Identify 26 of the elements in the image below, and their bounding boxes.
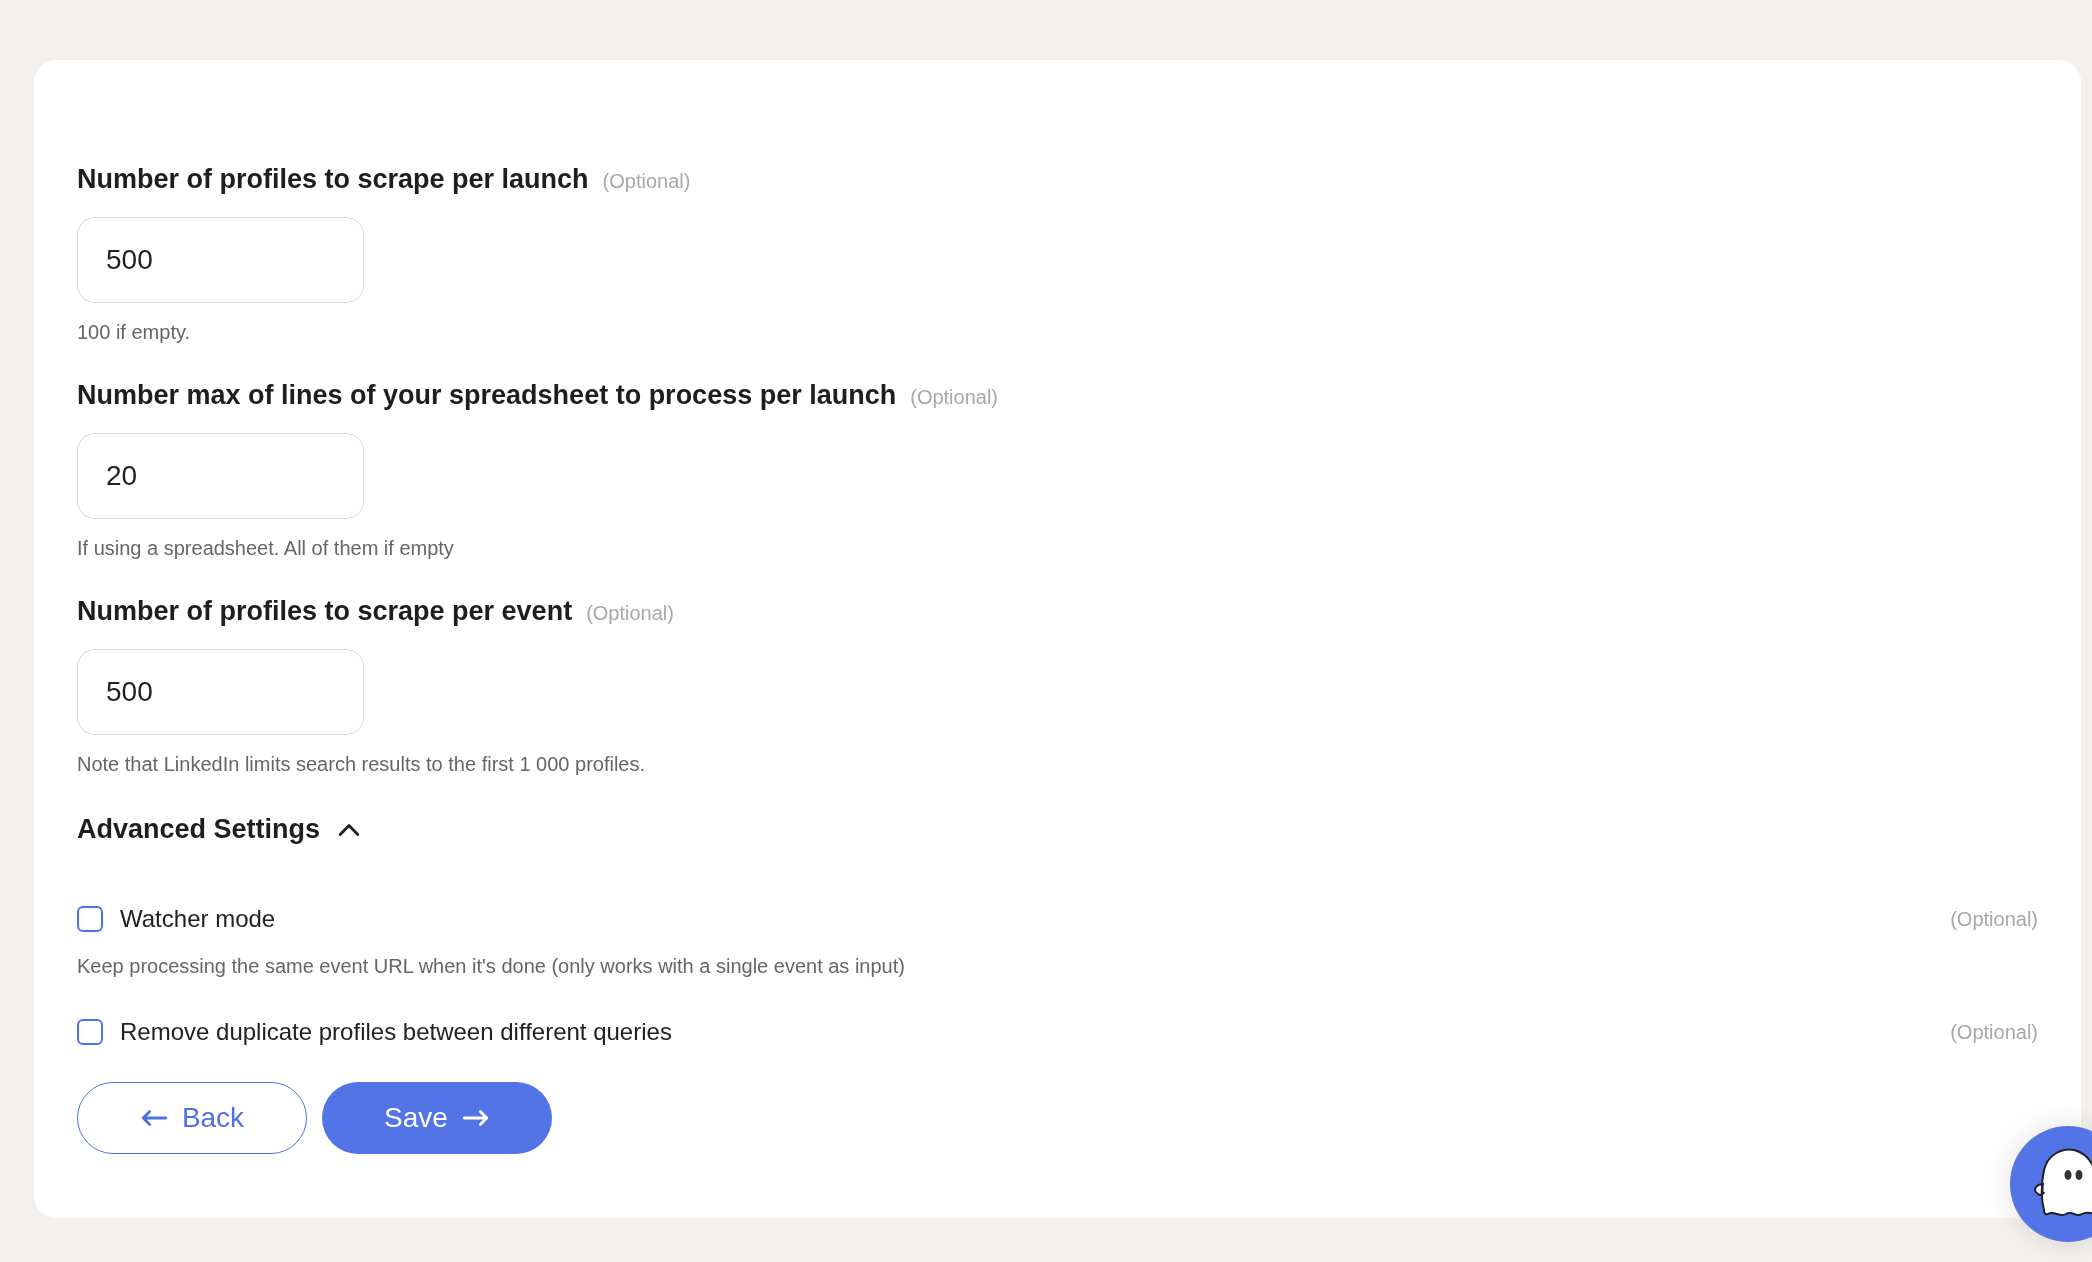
input-field[interactable]: 20 <box>77 433 364 519</box>
checkbox[interactable] <box>77 906 103 932</box>
section-title: Advanced Settings <box>77 814 321 845</box>
optional-note: (Optional) <box>1950 907 2038 931</box>
option-hint: Keep processing the same event URL when it's done (only works with a single event as input) <box>77 955 906 978</box>
field-hint: Note that LinkedIn limits search results to the first 1 000 profiles. <box>77 753 647 776</box>
field-hint: If using a spreadsheet. All of them if empty <box>77 537 455 560</box>
optional-note: (Optional) <box>1950 1020 2038 1044</box>
save-button[interactable]: Save <box>322 1082 552 1154</box>
field-label: Number of profiles to scrape per event <box>77 596 573 627</box>
optional-note: (Optional) <box>910 386 999 409</box>
chat-button[interactable] <box>2010 1126 2092 1242</box>
field-label: Number of profiles to scrape per launch <box>77 164 589 195</box>
checkbox-label: Watcher mode <box>120 905 276 933</box>
chevron-icon[interactable] <box>338 822 361 837</box>
optional-note: (Optional) <box>602 170 691 193</box>
checkbox[interactable] <box>77 1019 103 1045</box>
checkbox-label: Remove duplicate profiles between different queries <box>120 1018 672 1046</box>
arrow-right-icon <box>461 1109 490 1127</box>
input-field[interactable]: 500 <box>77 649 364 735</box>
field-hint: 100 if empty. <box>77 321 192 344</box>
arrow-left-icon <box>139 1109 168 1127</box>
back-button[interactable]: Back <box>77 1082 307 1154</box>
field-label: Number max of lines of your spreadsheet to process per launch <box>77 380 897 411</box>
optional-note: (Optional) <box>586 602 674 625</box>
input-field[interactable]: 500 <box>77 217 364 303</box>
